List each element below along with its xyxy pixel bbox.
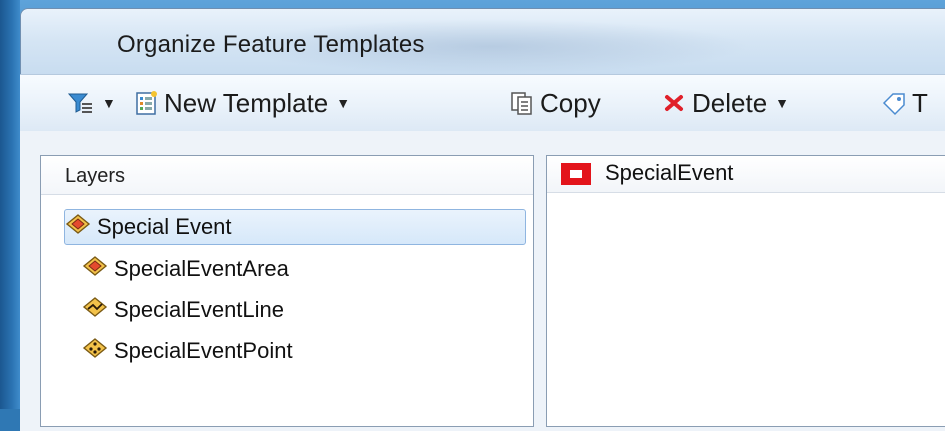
properties-label: T <box>912 87 928 118</box>
polygon-layer-icon <box>82 255 108 283</box>
filter-icon <box>66 89 94 117</box>
desktop-edge <box>0 0 20 409</box>
layer-item-special-event-point[interactable]: SpecialEventPoint <box>82 333 544 369</box>
delete-icon <box>660 89 688 117</box>
polygon-layer-icon <box>65 213 91 241</box>
delete-button[interactable]: Delete ▼ <box>660 85 789 121</box>
new-template-icon <box>132 89 160 117</box>
copy-label: Copy <box>540 87 601 118</box>
copy-icon <box>508 89 536 117</box>
layers-panel[interactable]: Layers <box>40 155 534 427</box>
new-template-button[interactable]: New Template ▼ <box>132 85 350 121</box>
templates-panel[interactable]: SpecialEvent <box>546 155 945 427</box>
layer-item-special-event-line[interactable]: SpecialEventLine <box>82 292 544 328</box>
layer-item-special-event-area[interactable]: SpecialEventArea <box>82 251 544 287</box>
chevron-down-icon: ▼ <box>336 95 351 111</box>
layer-item-special-event[interactable]: Special Event <box>64 209 526 245</box>
tag-icon <box>880 89 908 117</box>
line-layer-icon <box>82 296 108 324</box>
title-bar[interactable]: Organize Feature Templates <box>21 9 945 79</box>
layer-item-label: Special Event <box>97 214 232 239</box>
copy-button[interactable]: Copy <box>508 85 601 121</box>
chevron-down-icon: ▼ <box>102 95 116 111</box>
template-symbol-swatch <box>561 163 591 185</box>
new-template-label: New Template <box>164 87 329 118</box>
chevron-down-icon: ▼ <box>775 95 790 111</box>
layer-item-label: SpecialEventLine <box>114 297 285 322</box>
toolbar: ▼ New Template ▼ Copy Delete ▼ T <box>20 74 945 132</box>
delete-label: Delete <box>692 87 768 118</box>
template-label: SpecialEvent <box>605 160 734 185</box>
filter-dropdown-button[interactable]: ▼ <box>66 85 116 121</box>
layers-header: Layers <box>41 156 533 195</box>
properties-button[interactable]: T <box>880 85 928 121</box>
window-title: Organize Feature Templates <box>117 31 425 58</box>
layer-item-label: SpecialEventPoint <box>114 338 293 363</box>
layer-item-label: SpecialEventArea <box>114 256 289 281</box>
template-header-row[interactable]: SpecialEvent <box>547 156 945 193</box>
point-layer-icon <box>82 337 108 365</box>
